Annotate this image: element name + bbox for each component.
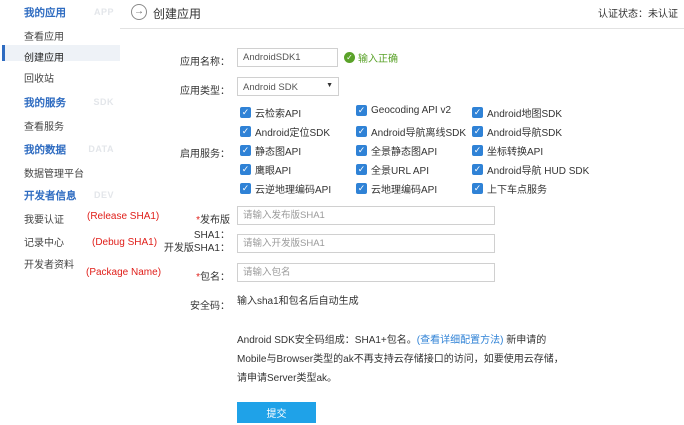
app-type-select[interactable]: Android SDK ▼	[237, 77, 339, 96]
header-divider	[120, 28, 684, 29]
sidebar-item-view-apps[interactable]: 查看应用	[24, 28, 64, 43]
service-checkbox[interactable]: ✓ 全景URL API	[356, 162, 429, 177]
service-label: 全景静态图API	[371, 147, 438, 158]
service-checkbox[interactable]: ✓ Android地图SDK	[472, 105, 562, 120]
app-name-input[interactable]	[237, 48, 338, 67]
checkbox-checked-icon: ✓	[240, 183, 251, 194]
service-label: Android导航离线SDK	[371, 128, 467, 139]
submit-button[interactable]: 提交	[237, 402, 316, 423]
security-code-label: 安全码：	[190, 301, 230, 312]
service-checkbox[interactable]: ✓ 鹰眼API	[240, 162, 291, 177]
service-label: Android地图SDK	[487, 109, 563, 120]
service-checkbox[interactable]: ✓ 全景静态图API	[356, 143, 437, 158]
service-label: Android定位SDK	[255, 128, 331, 139]
checkbox-checked-icon: ✓	[240, 164, 251, 175]
app-type-value: Android SDK	[243, 82, 298, 93]
checkbox-checked-icon: ✓	[472, 107, 483, 118]
page-title: 创建应用	[153, 7, 202, 21]
service-label: 静态图API	[255, 147, 302, 158]
package-name-label: 包名：	[170, 268, 230, 283]
checkbox-checked-icon: ✓	[356, 126, 367, 137]
release-sha1-input[interactable]	[237, 206, 495, 225]
check-circle-icon: ✓	[344, 52, 355, 63]
service-checkbox[interactable]: ✓ 上下车点服务	[472, 181, 547, 196]
service-label: 上下车点服务	[487, 185, 547, 196]
sidebar-item-verify[interactable]: 我要认证	[24, 211, 64, 226]
sidebar-section-watermark: APP	[93, 7, 114, 17]
service-label: 坐标转换API	[487, 147, 544, 158]
config-help-link[interactable]: (查看详细配置方法)	[417, 335, 504, 346]
release-sha1-label: 发布版SHA1：	[160, 211, 230, 241]
checkbox-checked-icon: ✓	[240, 126, 251, 137]
service-checkbox[interactable]: ✓ Geocoding API v2	[356, 105, 451, 116]
service-label: 鹰眼API	[255, 166, 292, 177]
service-label: Android导航SDK	[487, 128, 563, 139]
sidebar-section-watermark: DATA	[88, 144, 114, 154]
sidebar-section-watermark: SDK	[93, 97, 114, 107]
annotation-package-name: (Package Name)	[86, 267, 162, 278]
sidebar-item-create-app[interactable]: 创建应用	[24, 49, 64, 64]
sidebar-item-data-platform[interactable]: 数据管理平台	[24, 165, 84, 180]
service-checkbox[interactable]: ✓ Android导航 HUD SDK	[472, 162, 589, 177]
checkbox-checked-icon: ✓	[472, 145, 483, 156]
checkbox-checked-icon: ✓	[240, 107, 251, 118]
back-arrow-icon[interactable]: →	[131, 4, 147, 20]
service-checkbox[interactable]: ✓ 云逆地理编码API	[240, 181, 331, 196]
annotation-debug-sha1: (Debug SHA1)	[92, 237, 158, 248]
service-label: Geocoding API v2	[371, 105, 452, 116]
service-checkbox[interactable]: ✓ 云地理编码API	[356, 181, 437, 196]
service-checkbox[interactable]: ✓ 云检索API	[240, 105, 301, 120]
dropdown-caret-icon: ▼	[326, 82, 333, 89]
service-label: 云地理编码API	[371, 185, 438, 196]
sidebar-section-my-data[interactable]: 我的数据	[24, 142, 66, 157]
debug-sha1-label: 开发版SHA1：	[163, 243, 230, 254]
service-label: 全景URL API	[371, 166, 429, 177]
annotation-release-sha1: (Release SHA1)	[87, 211, 160, 222]
checkbox-checked-icon: ✓	[356, 164, 367, 175]
sidebar-section-watermark: DEV	[93, 190, 114, 200]
security-code-note: Android SDK安全码组成：SHA1+包名。(查看详细配置方法) 新申请的…	[237, 331, 567, 388]
checkbox-checked-icon: ✓	[472, 183, 483, 194]
auth-status: 认证状态：未认证	[598, 9, 678, 20]
checkbox-checked-icon: ✓	[356, 145, 367, 156]
service-checkbox[interactable]: ✓ Android导航SDK	[472, 124, 562, 139]
service-checkbox[interactable]: ✓ Android定位SDK	[240, 124, 330, 139]
checkbox-checked-icon: ✓	[472, 126, 483, 137]
service-label: Android导航 HUD SDK	[487, 166, 590, 177]
service-checkbox[interactable]: ✓ 静态图API	[240, 143, 301, 158]
checkbox-checked-icon: ✓	[472, 164, 483, 175]
security-code-text: 输入sha1和包名后自动生成	[237, 296, 359, 307]
services-label: 启用服务：	[180, 149, 230, 160]
package-name-input[interactable]	[237, 263, 495, 282]
sidebar-item-recycle-bin[interactable]: 回收站	[24, 70, 54, 85]
sidebar-item-developer-profile[interactable]: 开发者资料	[24, 256, 74, 271]
note-text: Android SDK安全码组成：SHA1+包名。	[237, 335, 417, 346]
valid-text: 输入正确	[358, 54, 398, 65]
sidebar-active-indicator	[2, 45, 5, 61]
checkbox-checked-icon: ✓	[356, 183, 367, 194]
checkbox-checked-icon: ✓	[240, 145, 251, 156]
checkbox-checked-icon: ✓	[356, 105, 367, 116]
service-checkbox[interactable]: ✓ Android导航离线SDK	[356, 124, 466, 139]
sidebar-item-view-services[interactable]: 查看服务	[24, 118, 64, 133]
service-label: 云逆地理编码API	[255, 185, 332, 196]
sidebar-section-developer-info[interactable]: 开发者信息	[24, 188, 77, 203]
sidebar-item-records[interactable]: 记录中心	[24, 234, 64, 249]
app-name-label: 应用名称：	[180, 57, 230, 68]
debug-sha1-input[interactable]	[237, 234, 495, 253]
app-type-label: 应用类型：	[180, 86, 230, 97]
sidebar-section-my-services[interactable]: 我的服务	[24, 95, 66, 110]
sidebar-section-my-apps[interactable]: 我的应用	[24, 5, 66, 20]
app-name-valid-indicator: ✓ 输入正确	[344, 50, 398, 65]
service-label: 云检索API	[255, 109, 302, 120]
service-checkbox[interactable]: ✓ 坐标转换API	[472, 143, 543, 158]
